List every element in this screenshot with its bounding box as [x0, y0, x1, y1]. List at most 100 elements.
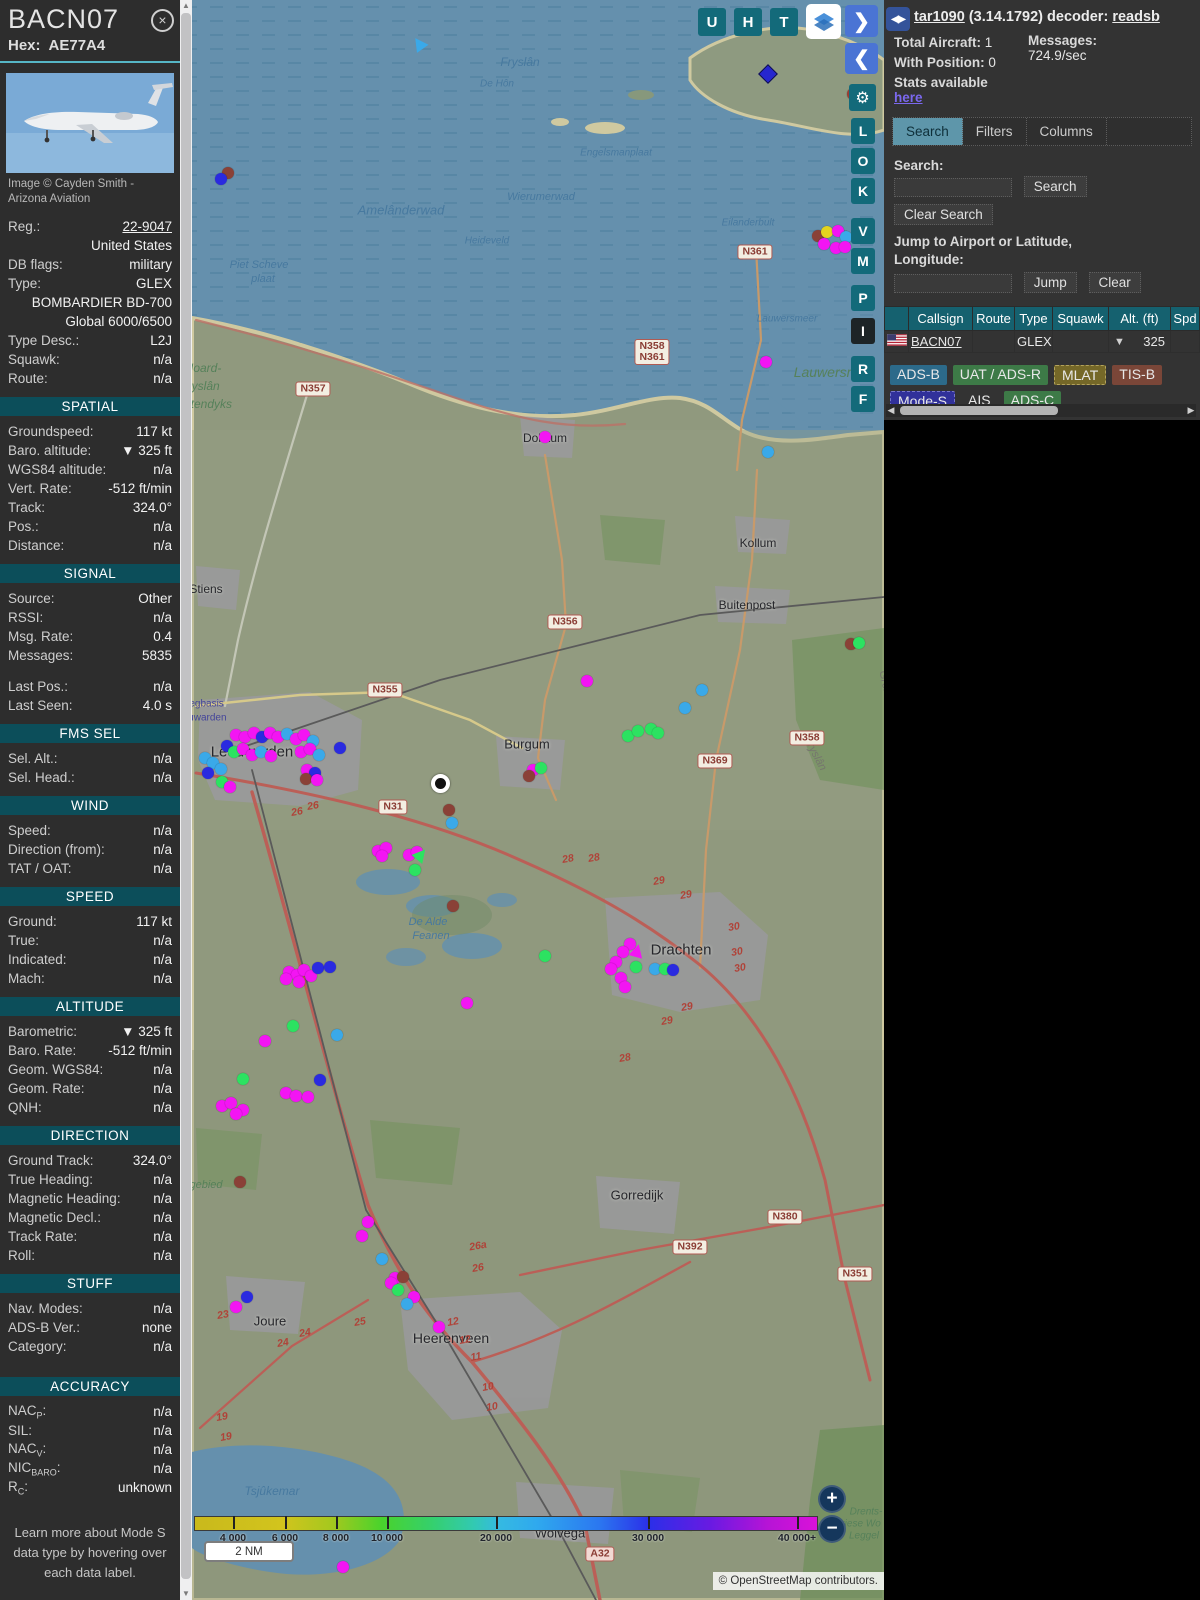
alt-trend-down-icon: ▼ — [1114, 335, 1125, 348]
tar1090-link[interactable]: tar1090 — [914, 9, 965, 25]
altitude-colorbar — [194, 1516, 818, 1531]
data-row: Barometric: ▼ 325 ft — [0, 1022, 180, 1041]
map[interactable]: Dokkum Kollum Buitenpost Stiens Leeuwarden Bu… — [192, 0, 884, 1600]
flag-cell — [884, 330, 909, 354]
messages-label: Messages: — [1028, 33, 1098, 48]
zoom-in-button[interactable]: + — [818, 1485, 846, 1513]
data-value: 117 kt — [136, 913, 172, 929]
scroll-up-icon[interactable]: ▲ — [180, 0, 192, 12]
map-button-m[interactable]: M — [851, 248, 875, 274]
data-label: Indicated: — [8, 951, 67, 967]
aircraft-info-rows: Reg.: 22-9047 United States DB flags: milita… — [0, 217, 180, 388]
data-row: True Heading: n/a — [0, 1170, 180, 1189]
map-button-p[interactable]: P — [851, 285, 875, 311]
info-value: n/a — [153, 370, 172, 386]
data-value: none — [141, 1319, 172, 1335]
badge-uat[interactable]: UAT / ADS-R — [952, 365, 1048, 386]
section-header: WIND — [0, 795, 180, 815]
registration-link[interactable]: 22-9047 — [122, 219, 172, 234]
scroll-down-icon[interactable]: ▼ — [180, 1588, 192, 1600]
tar1090-app: BACN07 × Hex: AE77A4 Image © Cayden Smith… — [0, 0, 1200, 1600]
zoom-out-button[interactable]: − — [818, 1515, 846, 1543]
map-button-l[interactable]: L — [851, 118, 875, 144]
map-button-h[interactable]: H — [734, 8, 762, 36]
data-value: n/a — [153, 518, 172, 534]
data-label: Direction (from): — [8, 841, 105, 857]
col-spd[interactable]: Spd — [1170, 306, 1200, 332]
table-row[interactable]: BACN07 GLEX ▼ 325 — [884, 330, 1200, 354]
hex-line: Hex: AE77A4 — [0, 34, 180, 54]
jump-input[interactable] — [894, 274, 1012, 294]
tab-search[interactable]: Search — [893, 118, 963, 145]
data-label: Magnetic Heading: — [8, 1190, 121, 1206]
stats-here-link[interactable]: here — [894, 90, 923, 105]
map-attribution[interactable]: © OpenStreetMap contributors. — [712, 1572, 884, 1590]
stats-block: Total Aircraft: 1 Messages: 724.9/sec Wi… — [884, 25, 1200, 105]
data-label: True: — [8, 932, 40, 948]
section-header: SPATIAL — [0, 396, 180, 416]
col-alt[interactable]: Alt. (ft) — [1108, 306, 1171, 332]
map-button-v[interactable]: V — [851, 218, 875, 244]
map-button-k[interactable]: K — [851, 178, 875, 204]
tab-columns[interactable]: Columns — [1027, 118, 1107, 145]
search-input[interactable] — [894, 177, 1012, 197]
chevron-left-icon[interactable]: ❮ — [845, 43, 878, 74]
info-row: Squawk: n/a — [0, 350, 180, 369]
map-button-o[interactable]: O — [851, 148, 875, 174]
section-header: STUFF — [0, 1273, 180, 1293]
data-value: n/a — [153, 1061, 172, 1077]
data-label: Barometric: — [8, 1023, 78, 1039]
map-button-r[interactable]: R — [851, 356, 875, 382]
scrollbar-thumb[interactable] — [181, 13, 191, 1579]
scroll-right-icon[interactable]: ▶ — [1186, 404, 1196, 417]
col-squawk[interactable]: Squawk — [1052, 306, 1109, 332]
badge-tisb[interactable]: TIS-B — [1112, 365, 1163, 386]
col-flag[interactable] — [884, 306, 909, 332]
col-callsign[interactable]: Callsign — [908, 306, 973, 332]
data-label: Msg. Rate: — [8, 628, 74, 644]
layers-icon[interactable] — [806, 4, 841, 39]
data-row: Sel. Head.: n/a — [0, 768, 180, 787]
sidebar-scrollbar[interactable]: ▲ ▼ — [180, 0, 192, 1600]
data-row: Direction (from): n/a — [0, 840, 180, 859]
map-button-t[interactable]: T — [770, 8, 798, 36]
data-row: Baro. altitude: ▼ 325 ft — [0, 441, 180, 460]
tab-filters[interactable]: Filters — [963, 118, 1027, 145]
total-aircraft-label: Total Aircraft: — [894, 35, 982, 50]
data-row: Category: n/a — [0, 1337, 180, 1356]
row-callsign-link[interactable]: BACN07 — [911, 334, 962, 349]
badge-mlat[interactable]: MLAT — [1053, 365, 1107, 386]
data-label: SIL: — [8, 1422, 33, 1438]
map-button-i[interactable]: I — [851, 318, 875, 344]
map-button-u[interactable]: U — [698, 8, 726, 36]
section-header: SPEED — [0, 886, 180, 906]
data-label: Distance: — [8, 537, 65, 553]
close-icon[interactable]: × — [151, 9, 174, 32]
info-row: DB flags: military — [0, 255, 180, 274]
aircraft-photo — [6, 73, 174, 173]
chevron-right-icon[interactable]: ❯ — [845, 5, 878, 37]
legend-tick — [648, 1516, 650, 1529]
data-label: Track: — [8, 499, 45, 515]
jump-clear-button[interactable]: Clear — [1088, 272, 1141, 294]
legend-tick — [387, 1516, 389, 1529]
badge-adsb[interactable]: ADS-B — [890, 365, 947, 386]
scroll-left-icon[interactable]: ◀ — [886, 404, 896, 417]
info-value: n/a — [153, 351, 172, 367]
readsb-link[interactable]: readsb — [1112, 9, 1160, 25]
clear-search-button[interactable]: Clear Search — [894, 204, 993, 225]
map-button-f[interactable]: F — [851, 386, 875, 412]
data-label: WGS84 altitude: — [8, 461, 107, 477]
jump-button[interactable]: Jump — [1023, 272, 1077, 294]
data-value: n/a — [153, 1080, 172, 1096]
hscroll-thumb[interactable] — [900, 406, 1058, 415]
table-horizontal-scrollbar[interactable]: ◀ ▶ — [886, 404, 1196, 417]
col-route[interactable]: Route — [972, 306, 1015, 332]
data-label: NACP: — [8, 1402, 47, 1421]
col-type[interactable]: Type — [1014, 306, 1053, 332]
gear-icon[interactable]: ⚙ — [849, 84, 876, 111]
data-value: n/a — [153, 1190, 172, 1206]
search-button[interactable]: Search — [1023, 176, 1087, 197]
data-label: RC: — [8, 1478, 29, 1497]
